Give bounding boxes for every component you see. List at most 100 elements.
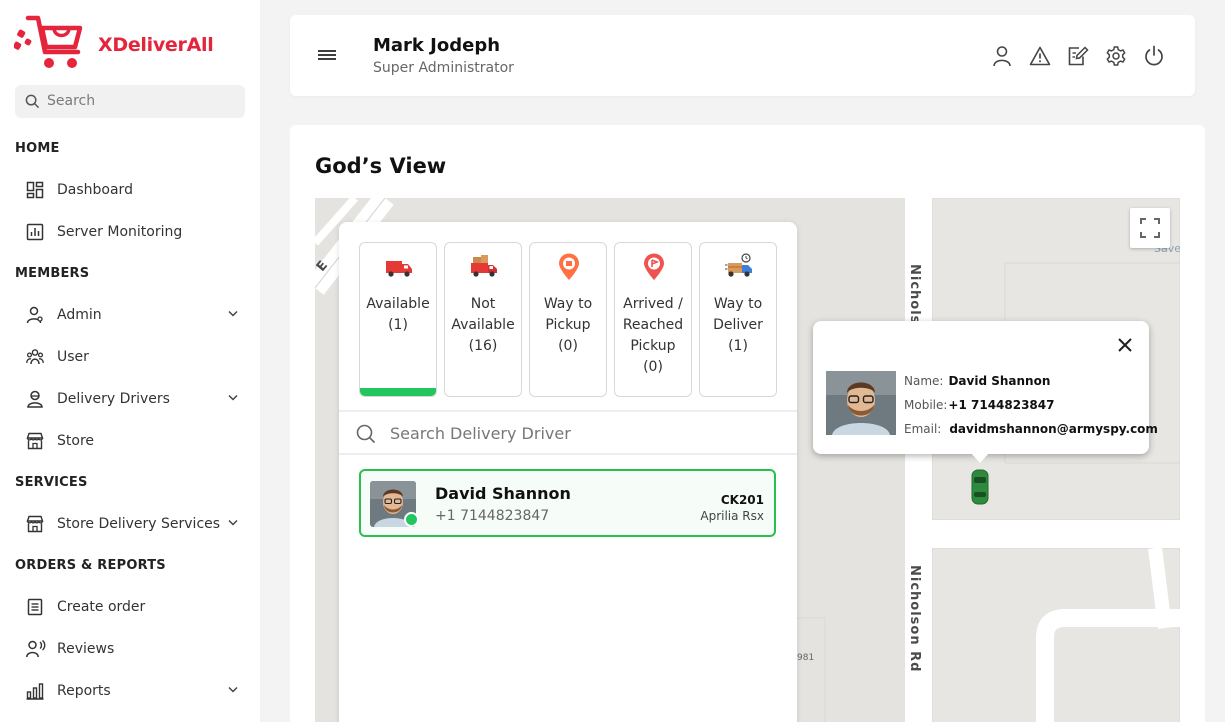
power-icon[interactable] [1143,45,1165,67]
sidebar-item-label: Server Monitoring [57,224,183,240]
popup-name-label: Name: [904,374,944,388]
user-icon[interactable] [991,45,1013,67]
brand-name: XDeliverAll [98,34,214,56]
truck-icon [386,261,412,277]
settings-icon[interactable] [1105,45,1127,67]
driver-list-item[interactable]: David Shannon +1 7144823847 CK201 Aprili… [359,469,776,537]
status-label-line: Way to [713,296,763,312]
pickup-pin-icon [559,253,579,280]
status-label-line: Way to [543,296,593,312]
arrived-pin-icon [644,253,664,280]
sidebar-item-delivery-drivers[interactable]: Delivery Drivers [15,382,245,416]
dashboard-icon [26,181,44,199]
user-name: Mark Jodeph [373,35,501,56]
sidebar-item-label: Store Delivery Services [57,516,221,532]
search-icon [356,424,376,444]
popup-email-row: Email: davidmshannon@armyspy.com [904,422,1158,436]
sidebar-item-store-delivery-services[interactable]: Store Delivery Services [15,507,245,541]
chevron-down-icon[interactable] [228,394,238,401]
alert-icon[interactable] [1029,45,1051,67]
popup-name: David Shannon [948,374,1051,388]
section-members: MEMBERS [15,266,90,281]
cart-logo-icon [14,15,83,68]
fullscreen-icon [1140,218,1160,238]
search-placeholder: Search [47,93,96,109]
sidebar-item-server-monitoring[interactable]: Server Monitoring [15,215,245,249]
status-label-line: Reached [622,317,684,333]
sidebar: XDeliverAll Search HOME Dashboard Server… [0,0,260,722]
popup-name-row: Name: David Shannon [904,374,1050,388]
road-label: Nicholson Rd [907,565,922,673]
chevron-down-icon[interactable] [228,310,238,317]
sidebar-item-reviews[interactable]: Reviews [15,632,245,666]
divider [339,410,797,412]
section-orders-reports: ORDERS & REPORTS [15,558,166,573]
sidebar-item-dashboard[interactable]: Dashboard [15,173,245,207]
status-tab-available[interactable]: Available (1) [359,242,437,397]
sidebar-item-user[interactable]: User [15,340,245,374]
status-label-line: Available [366,296,430,312]
status-label-line: Not [470,296,496,312]
popup-email: davidmshannon@armyspy.com [949,422,1158,436]
driver-search-input[interactable]: Search Delivery Driver [390,424,571,443]
deliver-truck-icon [725,253,752,277]
driver-icon [27,390,43,408]
sidebar-item-reports[interactable]: Reports [15,674,245,708]
status-tab-arrived-pickup[interactable]: Arrived / Reached Pickup (0) [614,242,692,397]
car-marker-icon[interactable] [971,469,989,505]
driver-photo [826,371,896,435]
sidebar-item-label: Reviews [57,641,115,657]
driver-phone: +1 7144823847 [435,508,550,524]
map-view[interactable]: Nicholso Nicholson Rd E Save 981 Availab… [315,198,1180,722]
status-count: (1) [728,338,748,354]
section-home: HOME [15,141,60,156]
search-icon [25,94,40,109]
divider [339,453,797,455]
users-icon [26,349,44,365]
status-tab-way-to-deliver[interactable]: Way to Deliver (1) [699,242,777,397]
status-count: (0) [558,338,578,354]
driver-panel: Available (1) Not Available (16) Way to … [339,222,797,722]
server-monitoring-icon [26,223,44,241]
status-tab-way-to-pickup[interactable]: Way to Pickup (0) [529,242,607,397]
sidebar-item-label: Dashboard [57,182,133,198]
reports-icon [26,683,44,700]
order-icon [27,598,43,616]
sidebar-search-input[interactable]: Search [15,85,245,118]
driver-info-popup: Name: David Shannon Mobile:+1 7144823847 … [813,321,1158,463]
status-count: (1) [388,317,408,333]
status-count: (16) [468,338,498,354]
status-label-line: Pickup [545,317,591,333]
sidebar-item-label: Reports [57,683,111,699]
status-label-line: Available [451,317,515,333]
popup-tail [969,451,991,463]
chevron-down-icon[interactable] [228,686,238,693]
popup-mobile-label: Mobile: [904,398,948,412]
active-tab-indicator [360,388,436,396]
chevron-down-icon[interactable] [228,519,238,526]
section-services: SERVICES [15,475,88,490]
loaded-truck-icon [471,255,497,277]
sidebar-item-label: Delivery Drivers [57,391,170,407]
driver-code: CK201 [720,493,764,507]
status-count: (0) [643,359,663,375]
main-card: God’s View Nicholso Nicholson Rd E Save … [290,125,1205,722]
address-number: 981 [797,653,815,663]
store-icon [26,515,44,533]
hamburger-menu-icon[interactable] [317,48,337,62]
close-icon[interactable] [1117,337,1133,353]
sidebar-item-admin[interactable]: Admin [15,298,245,332]
sidebar-item-label: Admin [57,307,102,323]
popup-mobile: +1 7144823847 [948,398,1055,412]
sidebar-item-store[interactable]: Store [15,424,245,458]
sidebar-item-create-order[interactable]: Create order [15,590,245,624]
status-tab-not-available[interactable]: Not Available (16) [444,242,522,397]
edit-icon[interactable] [1067,45,1089,67]
popup-email-label: Email: [904,422,942,436]
fullscreen-button[interactable] [1130,208,1170,248]
status-label-line: Arrived / [623,296,683,312]
logo[interactable]: XDeliverAll [14,14,234,72]
store-icon [26,432,44,450]
driver-name: David Shannon [435,484,571,503]
status-label-line: Deliver [713,317,763,333]
